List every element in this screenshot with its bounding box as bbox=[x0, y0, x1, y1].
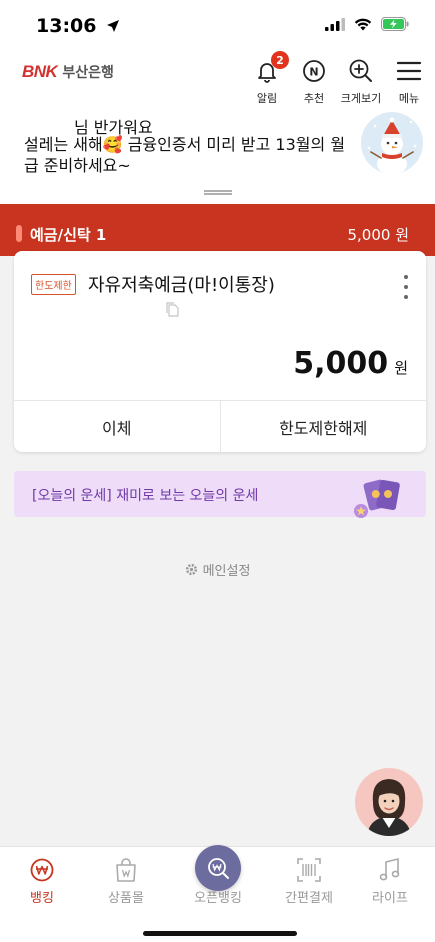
copy-icon[interactable] bbox=[166, 302, 180, 317]
tab-life-label: 라이프 bbox=[372, 891, 408, 906]
status-icons bbox=[325, 17, 409, 31]
battery-charging-icon bbox=[381, 17, 409, 31]
more-options-icon[interactable] bbox=[402, 275, 410, 299]
account-balance: 5,000 원 bbox=[293, 346, 408, 381]
n-circle-icon: N bbox=[303, 60, 325, 82]
tab-product-mall-label: 상품몰 bbox=[108, 891, 144, 906]
account-name[interactable]: 자유저축예금(마!이통장) bbox=[88, 271, 275, 297]
fortune-banner[interactable]: [오늘의 운세] 재미로 보는 오늘의 운세 bbox=[14, 471, 426, 518]
status-bar: 13:06 bbox=[0, 0, 435, 50]
wifi-icon bbox=[354, 18, 372, 30]
tarot-cards-icon bbox=[354, 479, 400, 518]
zoom-in-icon bbox=[349, 59, 372, 82]
open-banking-fab[interactable] bbox=[195, 845, 241, 891]
assistant-avatar bbox=[367, 779, 411, 836]
account-group-header: 예금/신탁 1 5,000 원 bbox=[0, 204, 435, 256]
tab-life[interactable]: 라이프 bbox=[350, 855, 430, 906]
status-time: 13:06 bbox=[36, 15, 120, 37]
tab-banking[interactable]: 뱅킹 bbox=[2, 855, 82, 906]
location-arrow-icon bbox=[107, 20, 120, 32]
category-marker bbox=[16, 225, 22, 242]
shopping-bag-icon bbox=[116, 858, 136, 882]
tab-easy-pay-label: 간편결제 bbox=[285, 891, 333, 906]
tab-easy-pay[interactable]: 간편결제 bbox=[269, 855, 349, 906]
greeting-banner[interactable]: 님 반가워요 설레는 새해🥰 금융인증서 미리 받고 13월의 월급 준비하세요… bbox=[0, 110, 435, 204]
gear-icon bbox=[185, 563, 197, 576]
svg-text:N: N bbox=[309, 65, 318, 78]
greeting-message: 설레는 새해🥰 금융인증서 미리 받고 13월의 월급 준비하세요~ bbox=[24, 135, 346, 175]
bottom-tab-bar: 뱅킹 상품몰 오픈뱅킹 간편결제 라이프 bbox=[0, 845, 435, 942]
account-category: 예금/신탁 1 bbox=[30, 226, 107, 244]
drag-handle[interactable] bbox=[204, 190, 232, 195]
main-setting-label: 메인설정 bbox=[202, 564, 251, 579]
account-card[interactable]: 한도제한 자유저축예금(마!이통장) 5,000 원 이체 한도제한해제 bbox=[14, 251, 426, 452]
menu-label: 메뉴 bbox=[398, 92, 420, 105]
balance-amount: 5,000 bbox=[293, 346, 389, 381]
fortune-banner-text: [오늘의 운세] 재미로 보는 오늘의 운세 bbox=[32, 488, 259, 504]
logo-mark: BNK bbox=[22, 62, 58, 81]
transfer-button[interactable]: 이체 bbox=[14, 401, 220, 452]
home-indicator bbox=[143, 931, 297, 936]
account-group-total: 5,000 원 bbox=[347, 226, 409, 244]
tab-banking-label: 뱅킹 bbox=[30, 891, 54, 906]
cellular-signal-icon bbox=[325, 17, 345, 31]
bnk-busan-bank-logo[interactable]: BNK 부산은행 bbox=[22, 62, 114, 82]
notifications-label: 알림 bbox=[256, 92, 278, 105]
hamburger-menu-icon bbox=[396, 61, 422, 81]
release-limit-button[interactable]: 한도제한해제 bbox=[219, 401, 427, 452]
limit-badge: 한도제한 bbox=[31, 274, 76, 295]
card-actions: 이체 한도제한해제 bbox=[14, 400, 426, 452]
recommend-label: 추천 bbox=[303, 92, 325, 105]
logo-text: 부산은행 bbox=[62, 65, 114, 81]
barcode-scan-icon bbox=[297, 858, 321, 882]
chatbot-avatar-button[interactable] bbox=[355, 768, 423, 836]
balance-unit: 원 bbox=[394, 359, 408, 377]
music-note-icon bbox=[379, 858, 400, 881]
tab-product-mall[interactable]: 상품몰 bbox=[86, 855, 166, 906]
open-banking-icon bbox=[208, 858, 229, 879]
snowman-illustration bbox=[361, 112, 423, 174]
won-circle-icon bbox=[30, 858, 54, 882]
tab-open-banking[interactable]: 오픈뱅킹 bbox=[178, 845, 258, 906]
zoom-view-label: 크게보기 bbox=[340, 92, 382, 105]
app-header: BNK 부산은행 2 알림 N 추천 크게보기 메뉴 bbox=[0, 50, 435, 110]
main-setting-button[interactable]: 메인설정 bbox=[0, 560, 435, 579]
menu-button[interactable]: 메뉴 bbox=[381, 56, 435, 106]
